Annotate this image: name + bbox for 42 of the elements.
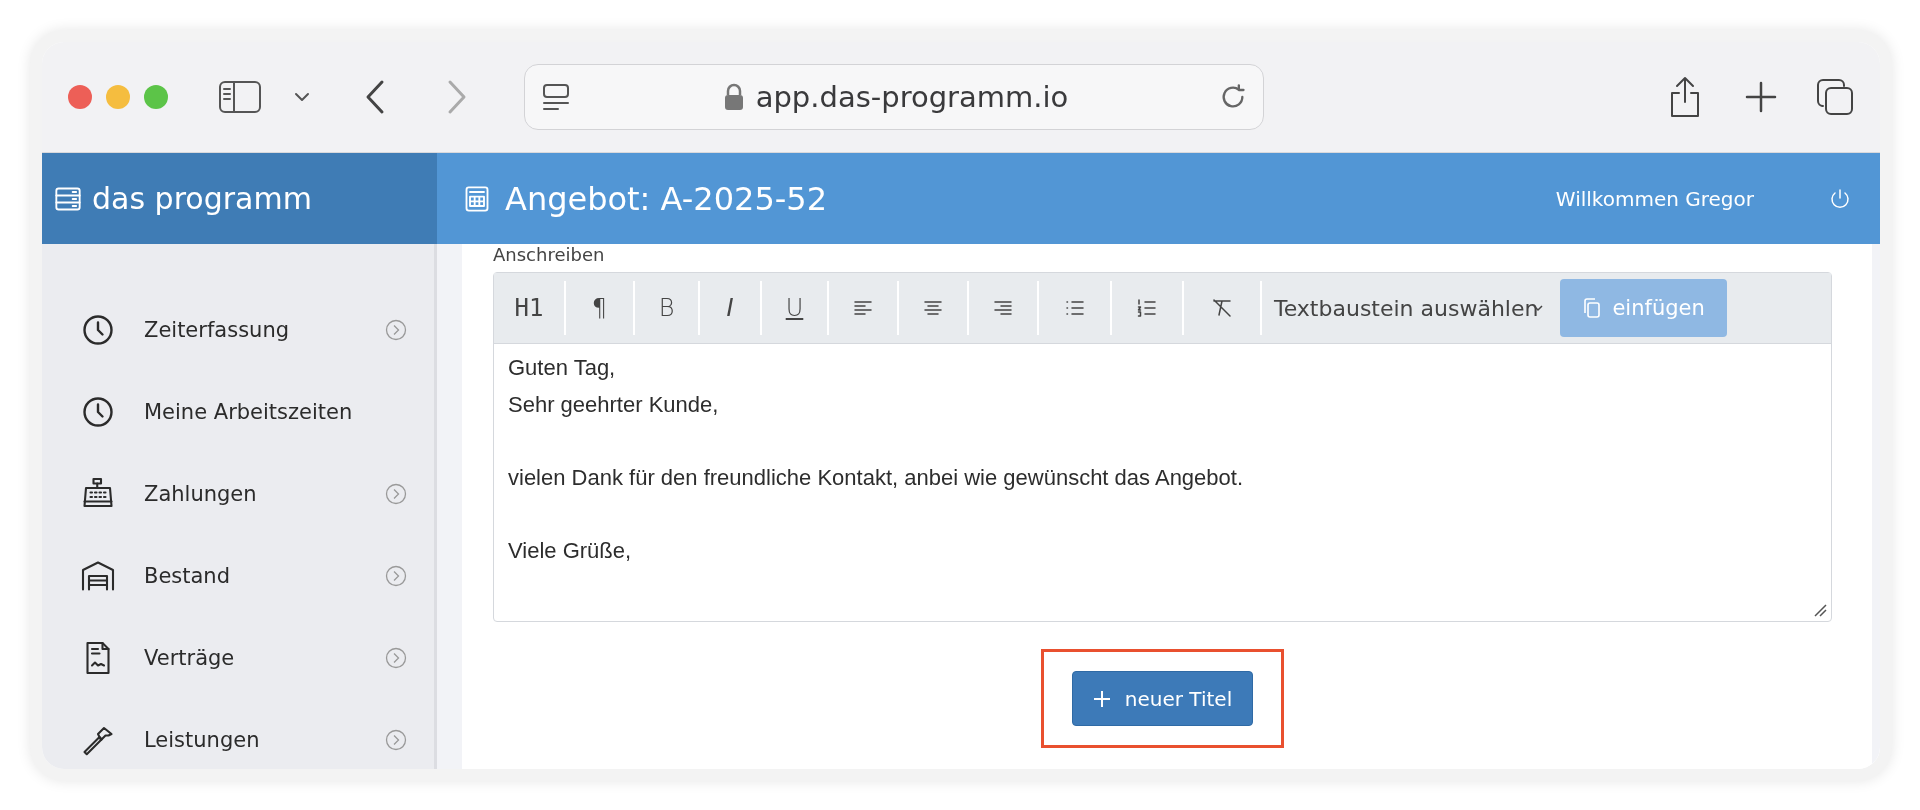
chevron-down-icon[interactable] [292,90,312,104]
plus-icon [1092,689,1111,708]
back-icon[interactable] [364,79,386,115]
sidebar-item[interactable]: Zahlungen [144,482,354,506]
sidebar-item[interactable]: Zeiterfassung [144,318,354,342]
text-line: vielen Dank für den freundliche Kontakt, anbei wie gewünscht das Angebot. [508,463,1245,492]
text-line: Viele Grüße, [508,536,633,565]
brand-name: das programm [92,181,312,216]
welcome-text: Willkommen Gregor [1555,186,1754,211]
format-button[interactable]: H1 [494,281,566,335]
power-icon[interactable] [1828,186,1852,211]
sidebar-toggle-icon[interactable] [218,80,262,114]
numbered-list-icon [1135,296,1159,320]
clear-format-icon [1210,296,1234,320]
copy-icon [1582,297,1603,319]
new-tab-icon[interactable] [1744,80,1778,114]
clock-icon [80,312,116,348]
page-menu-icon[interactable] [541,83,571,111]
text-area[interactable]: Guten Tag, Sehr geehrter Kunde, vielen Dank für den freundliche Kontakt, anbei wie gewünscht das Angebot. Viele Grüße, [494,344,1831,621]
resize-handle-icon[interactable] [1813,603,1827,617]
format-button[interactable]: U [762,281,829,335]
sidebar-item[interactable]: Bestand [144,564,354,588]
sidebar-item[interactable]: Verträge [144,646,354,670]
url-text: app.das-programm.io [755,80,1069,114]
snippet-select[interactable]: Textbaustein auswählen [1262,281,1555,335]
format-button[interactable]: I [700,281,762,335]
field-label: Anschreiben [493,244,605,266]
tabs-overview-icon[interactable] [1816,78,1854,116]
clock-icon [80,394,116,430]
share-icon[interactable] [1668,75,1702,119]
format-button[interactable]: ¶ [566,281,635,335]
page-title: Angebot: A-2025-52 [505,179,827,218]
text-line: Guten Tag, [508,354,617,382]
sidebar-item[interactable]: Leistungen [144,728,354,752]
close-window-icon[interactable] [68,85,92,109]
sidebar-item[interactable]: Meine Arbeitszeiten [144,400,354,424]
reload-icon[interactable] [1219,83,1247,111]
address-bar[interactable]: app.das-programm.io [524,64,1264,130]
calculator-icon [463,184,491,213]
format-button[interactable]: B [635,281,700,335]
new-title-button[interactable]: neuer Titel [1071,671,1254,726]
text-line: Sehr geehrter Kunde, [508,390,720,419]
